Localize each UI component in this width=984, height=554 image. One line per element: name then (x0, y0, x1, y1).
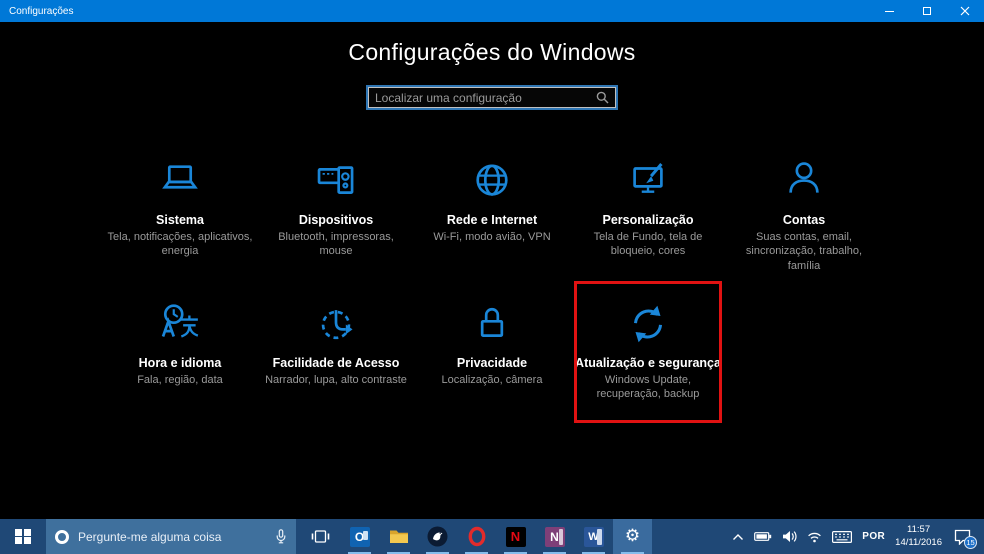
category-title: Hora e idioma (138, 355, 222, 370)
battery-icon (754, 532, 772, 541)
minimize-icon (884, 10, 894, 12)
settings-search-box[interactable] (366, 85, 618, 110)
settings-category-sistema[interactable]: Sistema Tela, notificações, aplicativos,… (102, 156, 258, 273)
category-subtitle: Wi-Fi, modo avião, VPN (433, 231, 551, 243)
file-explorer-icon (389, 530, 408, 543)
word-glyph: W (588, 530, 599, 543)
netflix-icon: N (505, 526, 526, 547)
category-title: Facilidade de Acesso (272, 355, 400, 370)
word-app-button[interactable]: W (574, 519, 613, 554)
microphone-icon (276, 529, 286, 544)
onenote-app-button[interactable]: N (535, 519, 574, 554)
clock-time: 11:57 (907, 523, 931, 535)
chevron-up-icon (733, 533, 744, 540)
volume-button[interactable] (782, 530, 797, 543)
window-title: Configurações (9, 5, 74, 17)
netflix-glyph: N (510, 529, 521, 544)
close-button[interactable] (946, 0, 984, 22)
globe-icon (476, 164, 508, 196)
wifi-icon (808, 532, 822, 542)
show-hidden-icons-button[interactable] (732, 533, 744, 541)
sync-icon (633, 305, 663, 343)
clock-language-icon (161, 304, 199, 338)
opera-app-button[interactable] (457, 519, 496, 554)
category-title: Dispositivos (298, 213, 374, 227)
cortana-search-input[interactable] (78, 529, 266, 544)
dark-bird-app-icon (427, 526, 448, 547)
category-title: Contas (782, 213, 826, 227)
keyboard-icon (832, 530, 853, 543)
system-tray: POR 11:57 14/11/2016 15 (732, 519, 984, 554)
category-subtitle: Localização, câmera (441, 373, 543, 386)
search-icon (596, 91, 609, 104)
settings-category-facilidade-de-acesso[interactable]: Facilidade de Acesso Narrador, lupa, alt… (258, 299, 414, 402)
taskbar-apps: O N N W ⚙ (301, 519, 652, 554)
personalization-icon (633, 163, 663, 193)
category-title: Privacidade (456, 355, 528, 370)
settings-category-hora-e-idioma[interactable]: Hora e idioma Fala, região, data (102, 299, 258, 402)
settings-category-rede-e-internet[interactable]: Rede e Internet Wi-Fi, modo avião, VPN (414, 156, 570, 273)
taskbar-clock[interactable]: 11:57 14/11/2016 (895, 524, 942, 550)
settings-app-button[interactable]: ⚙ (613, 519, 652, 554)
word-icon: W (583, 526, 604, 547)
settings-gear-icon: ⚙ (624, 526, 641, 546)
opera-icon (468, 526, 485, 547)
windows-desktop: Configurações Configurações do Windows L… (0, 0, 984, 554)
language-indicator[interactable]: POR (862, 531, 885, 542)
netflix-app-button[interactable]: N (496, 519, 535, 554)
outlook-icon: O (349, 526, 370, 547)
titlebar: Configurações (0, 0, 984, 22)
page-title: Configurações do Windows (348, 39, 636, 65)
outlook-glyph: O (354, 529, 365, 544)
ease-of-access-icon (321, 310, 353, 340)
category-subtitle: Narrador, lupa, alto contraste (265, 373, 407, 386)
settings-category-contas[interactable]: Contas Suas contas, email, sincronização… (726, 156, 882, 273)
dark-bird-app-button[interactable] (418, 519, 457, 554)
cortana-search-box[interactable] (46, 519, 296, 554)
taskbar: O (0, 519, 984, 554)
speaker-icon (783, 531, 797, 542)
network-button[interactable] (807, 531, 822, 543)
settings-category-personalizacao[interactable]: Personalização Tela de Fundo, tela de bl… (570, 156, 726, 273)
task-view-icon (311, 530, 330, 543)
category-subtitle: Tela de Fundo, tela de bloqueio, cores (593, 231, 703, 258)
category-subtitle: Tela, notificações, aplicativos, energia (107, 231, 253, 258)
file-explorer-button[interactable] (379, 519, 418, 554)
category-subtitle: Bluetooth, impressoras, mouse (278, 231, 394, 258)
start-button[interactable] (0, 519, 46, 554)
person-icon (789, 162, 819, 193)
devices-icon (317, 166, 354, 194)
touch-keyboard-button[interactable] (832, 530, 853, 543)
settings-window: Configurações do Windows Sistema Tela, n… (0, 22, 984, 519)
outlook-app-button[interactable]: O (340, 519, 379, 554)
settings-category-grid: Sistema Tela, notificações, aplicativos,… (102, 156, 882, 423)
lock-icon (480, 307, 504, 337)
onenote-icon: N (544, 526, 565, 547)
battery-status-button[interactable] (754, 531, 772, 542)
cortana-icon (55, 529, 69, 544)
onenote-glyph: N (550, 529, 559, 544)
restore-icon (923, 7, 931, 15)
windows-logo-icon (15, 528, 31, 545)
settings-category-atualizacao-e-seguranca[interactable]: Atualização e segurança Windows Update, … (570, 280, 726, 423)
close-icon (960, 6, 970, 16)
category-title: Rede e Internet (446, 213, 538, 227)
category-subtitle: Fala, região, data (137, 373, 223, 386)
category-title: Sistema (156, 213, 204, 227)
settings-category-dispositivos[interactable]: Dispositivos Bluetooth, impressoras, mou… (258, 156, 414, 273)
settings-category-privacidade[interactable]: Privacidade Localização, câmera (414, 299, 570, 402)
category-title: Personalização (602, 213, 694, 227)
minimize-button[interactable] (870, 0, 908, 22)
action-center-button[interactable]: 15 (954, 529, 977, 549)
maximize-button[interactable] (908, 0, 946, 22)
category-subtitle: Suas contas, email, sincronização, traba… (745, 231, 863, 272)
notification-badge: 15 (964, 535, 977, 549)
category-title: Atualização e segurança (575, 355, 721, 370)
laptop-icon (162, 165, 198, 189)
task-view-button[interactable] (301, 519, 340, 554)
category-subtitle: Windows Update, recuperação, backup (596, 373, 700, 401)
clock-date: 14/11/2016 (895, 536, 942, 548)
settings-search-input[interactable] (375, 90, 596, 105)
